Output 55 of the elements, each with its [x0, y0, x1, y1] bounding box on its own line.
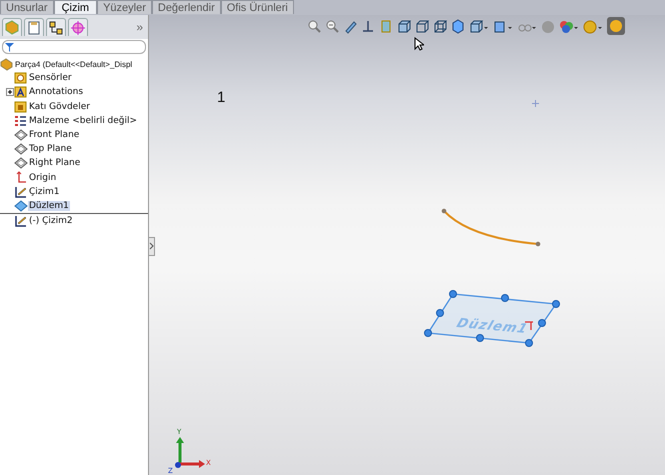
wireframe-cube-icon[interactable] — [415, 18, 429, 34]
command-tab[interactable]: Unsurlar — [0, 0, 54, 14]
folder-icon — [14, 100, 28, 114]
command-tab[interactable]: Değerlendir — [152, 0, 221, 14]
panel-tab[interactable] — [46, 18, 66, 36]
axis-icon[interactable] — [361, 18, 375, 34]
origin-icon — [14, 170, 28, 185]
tree-item[interactable]: Top Plane — [28, 144, 73, 154]
command-tab[interactable]: Ofis Ürünleri — [220, 0, 294, 14]
cursor-icon — [414, 37, 424, 51]
crosshair-icon — [70, 20, 86, 36]
material-icon — [14, 114, 28, 128]
filter-field[interactable] — [2, 40, 146, 54]
panel-tab[interactable] — [24, 18, 44, 36]
zoom-fit-icon[interactable] — [307, 18, 321, 34]
light-bulb-icon[interactable] — [607, 17, 625, 35]
command-tab[interactable]: Çizim — [54, 0, 98, 14]
tree-item[interactable]: Right Plane — [28, 158, 82, 168]
plane-icon — [14, 128, 28, 142]
plane-icon — [14, 198, 28, 213]
tree-item[interactable]: Çizim1 — [28, 186, 61, 197]
tree-item[interactable]: Sensörler — [28, 73, 73, 84]
zoom-area-icon[interactable] — [325, 18, 339, 34]
folder-icon — [14, 85, 28, 100]
tree-item[interactable]: Parça4 (Default<<Default>_Displ — [14, 60, 132, 69]
cube-dropdown-icon[interactable] — [469, 18, 489, 34]
crosshair-icon — [532, 100, 539, 107]
command-tab[interactable]: Yüzeyler — [97, 0, 152, 14]
tree-item[interactable]: Düzlem1 — [28, 200, 70, 211]
plane-icon — [14, 142, 28, 156]
shaded-cube-icon[interactable] — [451, 18, 465, 34]
filter-icon — [5, 42, 14, 52]
tree-item[interactable]: (-) Çizim2 — [28, 216, 74, 226]
sketch-icon — [14, 214, 28, 228]
tree-item[interactable]: Katı Gövdeler — [28, 102, 91, 112]
plane-label: Düzlem1 — [454, 316, 530, 337]
part-icon — [0, 57, 14, 72]
tree-item[interactable]: Malzeme <belirli değil> — [28, 116, 138, 126]
expand-button[interactable]: » — [133, 20, 146, 34]
tree-item[interactable]: Front Plane — [28, 130, 80, 140]
color-balls-dropdown-icon[interactable] — [559, 18, 579, 34]
marker-label: 1 — [217, 89, 226, 106]
pencil-icon[interactable] — [343, 18, 357, 34]
document-icon — [26, 20, 42, 36]
expand-toggle-icon[interactable] — [6, 88, 14, 96]
hierarchy-icon — [48, 20, 64, 36]
splitter-handle-icon[interactable] — [148, 237, 155, 256]
cube-icon[interactable] — [397, 18, 411, 34]
sketch-icon — [14, 184, 28, 199]
box-dropdown-icon[interactable] — [493, 18, 513, 34]
plane-icon — [14, 156, 28, 170]
tree-item[interactable]: Annotations — [28, 87, 84, 98]
tree-item[interactable]: Origin — [28, 172, 58, 183]
folder-icon — [14, 71, 28, 86]
wireframe-cube-icon[interactable] — [433, 18, 447, 34]
